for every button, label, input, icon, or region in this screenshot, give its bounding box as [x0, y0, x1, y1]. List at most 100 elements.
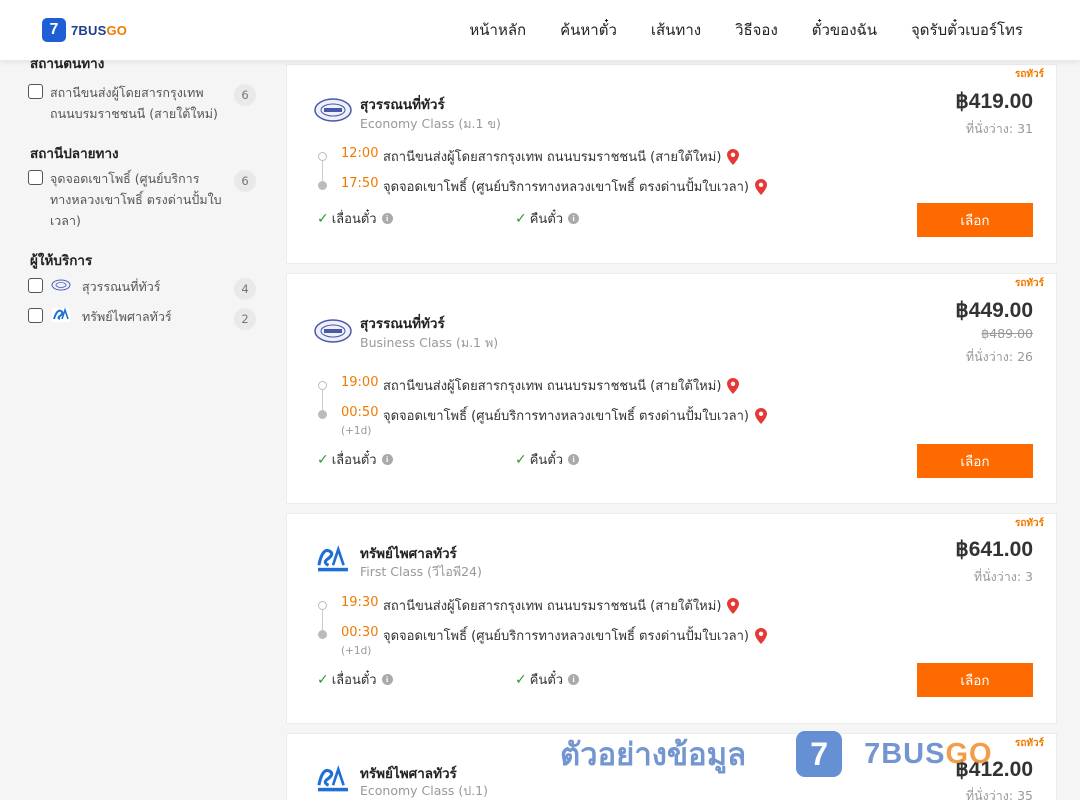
depart-station-name: สถานีขนส่งผู้โดยสารกรุงเทพ ถนนบรมราชชนนี… [383, 150, 722, 165]
info-icon[interactable]: i [381, 454, 393, 465]
logo-suffix: GO [106, 22, 128, 38]
suwannatee-logo-icon [51, 279, 71, 291]
check-icon: ✓ [515, 671, 527, 688]
sawasdee-logo-icon [52, 307, 70, 322]
top-header: 7 7BUSGO หน้าหลัก ค้นหาตั๋ว เส้นทาง วิธี… [0, 0, 1080, 60]
bus-type-tag: รถทัวร์ [1014, 69, 1044, 80]
sawasdee-logo-icon [315, 544, 351, 574]
info-icon[interactable]: i [568, 213, 580, 224]
bus-class: Economy Class (ม.1 ข) [360, 116, 501, 131]
seats-available: ที่นั่งว่าง: 35 [965, 788, 1033, 800]
check-icon: ✓ [317, 451, 329, 468]
arrive-dot [318, 410, 327, 419]
depart-station-name: สถานีขนส่งผู้โดยสารกรุงเทพ ถนนบรมราชชนนี… [383, 379, 722, 394]
destination-checkbox[interactable] [28, 170, 43, 185]
refund-feature: ✓ คืนตั๋ว i [515, 208, 580, 229]
map-pin-icon[interactable] [754, 627, 767, 644]
select-trip-button[interactable]: เลือก [917, 444, 1033, 478]
arrive-time: 17:50 [341, 176, 379, 191]
select-trip-button[interactable]: เลือก [917, 203, 1033, 237]
depart-time: 19:30 [341, 595, 379, 610]
bus-type-tag: รถทัวร์ [1014, 278, 1044, 289]
bus-class: Business Class (ม.1 พ) [360, 335, 499, 350]
map-pin-icon[interactable] [727, 597, 740, 614]
depart-station[interactable]: สถานีขนส่งผู้โดยสารกรุงเทพ ถนนบรมราชชนนี… [383, 595, 740, 616]
arrive-station[interactable]: จุดจอดเขาโพธิ์ (ศูนย์บริการทางหลวงเขาโพธ… [383, 405, 767, 426]
origin-checkbox[interactable] [28, 84, 43, 99]
operator-name: สุวรรณนที่ทัวร์ [360, 97, 445, 113]
map-pin-icon[interactable] [754, 407, 767, 424]
seats-available: ที่นั่งว่าง: 3 [973, 569, 1033, 584]
origin-option-count: 6 [234, 84, 256, 106]
site-logo[interactable]: 7 7BUSGO [42, 18, 127, 42]
arrive-station[interactable]: จุดจอดเขาโพธิ์ (ศูนย์บริการทางหลวงเขาโพธ… [383, 625, 767, 646]
main-nav: หน้าหลัก ค้นหาตั๋ว เส้นทาง วิธีจอง ตั๋วข… [435, 0, 1023, 60]
origin-filter-option[interactable]: สถานีขนส่งผู้โดยสารกรุงเทพ ถนนบรมราชชนนี… [28, 82, 256, 124]
logo-mark: 7 [42, 18, 66, 42]
timeline-line [322, 610, 323, 630]
operator-name: ทรัพย์ไพศาลทัวร์ [360, 546, 457, 562]
info-icon[interactable]: i [381, 674, 393, 685]
reschedule-feature: ✓ เลื่อนตั๋ว i [317, 669, 393, 690]
suwannatee-logo-icon [314, 98, 352, 122]
nav-home[interactable]: หน้าหลัก [469, 18, 526, 42]
ticket-price: ฿419.00 [955, 90, 1033, 113]
check-icon: ✓ [317, 671, 329, 688]
reschedule-feature: ✓ เลื่อนตั๋ว i [317, 208, 393, 229]
timeline-line [322, 390, 323, 410]
destination-filter-option[interactable]: จุดจอดเขาโพธิ์ (ศูนย์บริการทางหลวงเขาโพธ… [28, 168, 256, 231]
depart-time: 19:00 [341, 375, 379, 390]
arrive-station[interactable]: จุดจอดเขาโพธิ์ (ศูนย์บริการทางหลวงเขาโพธ… [383, 176, 767, 197]
nav-routes[interactable]: เส้นทาง [651, 18, 701, 42]
map-pin-icon[interactable] [754, 178, 767, 195]
depart-station[interactable]: สถานีขนส่งผู้โดยสารกรุงเทพ ถนนบรมราชชนนี… [383, 375, 740, 396]
arrive-dot [318, 181, 327, 190]
reschedule-feature: ✓ เลื่อนตั๋ว i [317, 449, 393, 470]
depart-station[interactable]: สถานีขนส่งผู้โดยสารกรุงเทพ ถนนบรมราชชนนี… [383, 146, 740, 167]
trip-card: รถทัวร์ ทรัพย์ไพศาลทัวร์ Economy Class (… [286, 733, 1057, 800]
depart-dot [318, 601, 327, 610]
nav-how-to-book[interactable]: วิธีจอง [735, 18, 778, 42]
operator-label-sawasdee: ทรัพย์ไพศาลทัวร์ [82, 309, 172, 324]
refund-label: คืนตั๋ว [529, 673, 564, 688]
operator-filter-option-sawasdee[interactable]: ทรัพย์ไพศาลทัวร์ 2 [28, 306, 256, 330]
info-icon[interactable]: i [568, 674, 580, 685]
nav-ticket-points[interactable]: จุดรับตั๋วเบอร์โทร [911, 18, 1023, 42]
bus-type-tag: รถทัวร์ [1014, 738, 1044, 749]
origin-option-label: สถานีขนส่งผู้โดยสารกรุงเทพ ถนนบรมราชชนนี… [50, 85, 218, 121]
depart-time: 12:00 [341, 146, 379, 161]
operator-checkbox-sawasdee[interactable] [28, 308, 43, 323]
logo-prefix: 7BUS [71, 22, 107, 38]
info-icon[interactable]: i [568, 454, 580, 465]
map-pin-icon[interactable] [727, 377, 740, 394]
select-trip-button[interactable]: เลือก [917, 663, 1033, 697]
seats-available: ที่นั่งว่าง: 26 [965, 349, 1033, 364]
refund-label: คืนตั๋ว [529, 453, 564, 468]
operator-count-sawasdee: 2 [234, 308, 256, 330]
map-pin-icon[interactable] [727, 148, 740, 165]
reschedule-label: เลื่อนตั๋ว [331, 212, 377, 227]
bus-class: Economy Class (ป.1) [360, 783, 489, 798]
trip-card: รถทัวร์ สุวรรณนที่ทัวร์ Economy Class (ม… [286, 64, 1057, 264]
check-icon: ✓ [317, 210, 329, 227]
filter-sidebar: สถานีต้นทาง สถานีขนส่งผู้โดยสารกรุงเทพ ถ… [0, 56, 270, 800]
nav-my-tickets[interactable]: ตั๋วของฉัน [812, 18, 877, 42]
seats-available: ที่นั่งว่าง: 31 [965, 121, 1033, 136]
check-icon: ✓ [515, 451, 527, 468]
reschedule-label: เลื่อนตั๋ว [331, 673, 377, 688]
operator-checkbox-suwannatee[interactable] [28, 278, 43, 293]
depart-dot [318, 381, 327, 390]
original-price: ฿489.00 [981, 326, 1033, 341]
arrive-time: 00:50 [341, 405, 379, 420]
operator-filter-option-suwannatee[interactable]: สุวรรณนที่ทัวร์ 4 [28, 276, 256, 300]
operator-name: สุวรรณนที่ทัวร์ [360, 316, 445, 332]
refund-feature: ✓ คืนตั๋ว i [515, 449, 580, 470]
reschedule-label: เลื่อนตั๋ว [331, 453, 377, 468]
refund-label: คืนตั๋ว [529, 212, 564, 227]
logo-text: 7BUSGO [71, 23, 127, 38]
info-icon[interactable]: i [381, 213, 393, 224]
arrive-dot [318, 630, 327, 639]
bus-type-tag: รถทัวร์ [1014, 518, 1044, 529]
depart-station-name: สถานีขนส่งผู้โดยสารกรุงเทพ ถนนบรมราชชนนี… [383, 599, 722, 614]
nav-search-ticket[interactable]: ค้นหาตั๋ว [560, 18, 617, 42]
